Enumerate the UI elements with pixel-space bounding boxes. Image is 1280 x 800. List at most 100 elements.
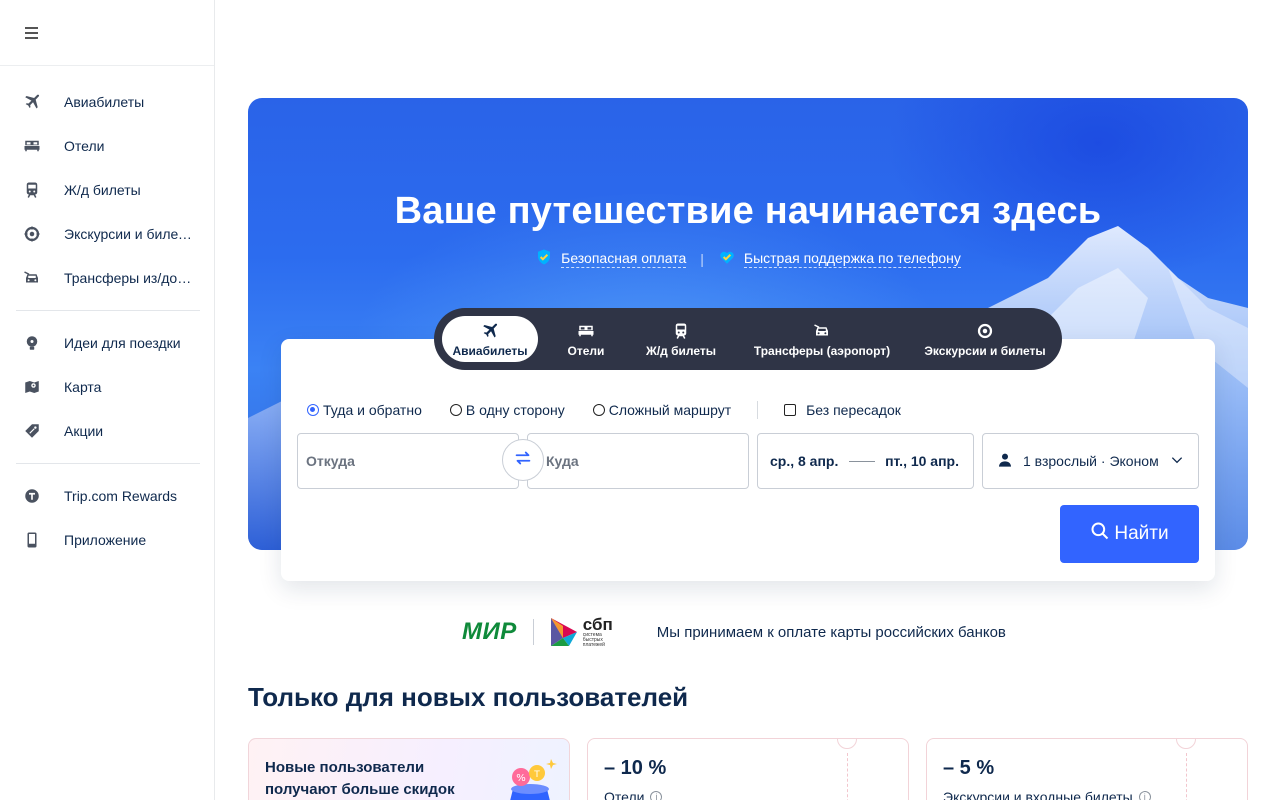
sidebar-item-map[interactable]: Карта <box>16 365 200 409</box>
sidebar-item-app[interactable]: Приложение <box>16 518 200 562</box>
coupon-category: Экскурсии и входные билеты i <box>943 789 1151 800</box>
sidebar-nav: Авиабилеты Отели Ж/д билеты Экскурсии и … <box>16 80 200 562</box>
sidebar-divider <box>16 310 200 311</box>
coupon-perforation <box>1186 753 1187 800</box>
origin-field[interactable] <box>297 433 519 489</box>
trip-type-oneway[interactable]: В одну сторону <box>449 402 565 418</box>
plane-icon <box>481 321 499 341</box>
passengers-value: 1 взрослый · Эконом <box>1023 453 1159 469</box>
new-user-promo-banner[interactable]: Новые пользователи получают больше скидо… <box>248 738 570 800</box>
trip-type-multicity[interactable]: Сложный маршрут <box>592 402 731 418</box>
tab-hotels[interactable]: Отели <box>538 316 634 362</box>
badge-separator: | <box>700 250 704 267</box>
sidebar-item-trains[interactable]: Ж/д билеты <box>16 168 200 212</box>
phone-icon <box>16 531 48 549</box>
flight-search-card: Туда и обратно В одну сторону Сложный ма… <box>281 339 1215 581</box>
phone-support-label: Быстрая поддержка по телефону <box>743 249 961 268</box>
bed-icon <box>577 321 595 341</box>
tag-icon <box>16 422 48 440</box>
tab-label: Трансферы (аэропорт) <box>753 343 891 358</box>
phone-support-badge[interactable]: Быстрая поддержка по телефону <box>718 248 961 269</box>
swap-locations-button[interactable] <box>502 439 544 481</box>
sidebar-item-flights[interactable]: Авиабилеты <box>16 80 200 124</box>
info-icon[interactable]: i <box>650 791 663 800</box>
option-label: Туда и обратно <box>323 402 422 418</box>
svg-text:%: % <box>516 773 526 784</box>
shield-check-icon <box>535 248 553 269</box>
sidebar-item-rewards[interactable]: Trip.com Rewards <box>16 474 200 518</box>
option-label: В одну сторону <box>465 402 565 418</box>
coupon-notch <box>1176 739 1196 749</box>
sbp-triangle-icon <box>550 618 577 646</box>
options-divider <box>757 401 759 419</box>
date-range-field[interactable]: ср., 8 апр. пт., 10 апр. <box>757 433 974 489</box>
svg-text:T: T <box>533 770 540 780</box>
train-icon <box>672 321 690 341</box>
payment-caption: Мы принимаем к оплате карты российских б… <box>656 623 1006 641</box>
coupon-discount: – 10 % <box>604 757 667 779</box>
sidebar-item-label: Идеи для поездки <box>64 335 181 351</box>
radio-unselected[interactable] <box>592 404 605 416</box>
sidebar-item-label: Trip.com Rewards <box>64 488 178 504</box>
coupon-card-hotels[interactable]: – 10 % Отели i <box>587 738 909 800</box>
tab-trains[interactable]: Ж/д билеты <box>634 316 728 362</box>
swap-arrows-icon <box>512 447 534 474</box>
tab-label: Отели <box>567 343 605 358</box>
nonstop-checkbox[interactable]: Без пересадок <box>784 402 901 418</box>
tab-transfers[interactable]: Трансферы (аэропорт) <box>728 316 916 362</box>
coupon-category-label: Отели <box>604 789 645 800</box>
plane-icon <box>16 93 48 111</box>
hamburger-icon[interactable] <box>22 22 42 44</box>
search-button[interactable]: Найти <box>1060 505 1199 563</box>
info-icon[interactable]: i <box>1138 791 1151 800</box>
sidebar-item-label: Отели <box>64 138 105 154</box>
section-title: Только для новых пользователей <box>248 682 689 712</box>
coupon-notch <box>837 739 857 749</box>
radio-selected[interactable] <box>307 404 319 416</box>
tab-label: Экскурсии и билеты <box>924 343 1046 358</box>
sidebar-item-hotels[interactable]: Отели <box>16 124 200 168</box>
mir-logo: МИР <box>462 618 517 645</box>
option-label: Без пересадок <box>806 402 901 418</box>
sidebar-item-label: Акции <box>64 423 104 439</box>
sidebar-item-transfers[interactable]: Трансферы из/до аэ... <box>16 256 200 300</box>
page: Авиабилеты Отели Ж/д билеты Экскурсии и … <box>0 0 1280 800</box>
radio-unselected[interactable] <box>449 404 462 416</box>
tab-flights[interactable]: Авиабилеты <box>442 316 538 362</box>
sidebar-item-label: Приложение <box>64 532 147 548</box>
sidebar-item-attractions[interactable]: Экскурсии и билеты <box>16 212 200 256</box>
sidebar-item-trip-ideas[interactable]: Идеи для поездки <box>16 321 200 365</box>
sidebar-header-divider <box>0 65 214 66</box>
date-separator <box>848 460 875 462</box>
secure-payment-badge[interactable]: Безопасная оплата <box>535 248 687 269</box>
train-icon <box>16 181 48 199</box>
payment-methods: МИР сбп система быстрых платежей Мы прин… <box>462 612 1006 652</box>
hero-badges: Безопасная оплата | Быстрая поддержка по… <box>248 248 1248 269</box>
heart-check-icon <box>718 248 736 269</box>
car-icon <box>16 269 48 287</box>
trip-type-roundtrip[interactable]: Туда и обратно <box>307 402 422 418</box>
tab-label: Авиабилеты <box>452 343 528 358</box>
passengers-class-select[interactable]: 1 взрослый · Эконом <box>982 433 1199 489</box>
sbp-logo: сбп система быстрых платежей <box>549 616 623 648</box>
sidebar-item-label: Экскурсии и билеты <box>64 226 193 242</box>
destination-field[interactable] <box>527 433 749 489</box>
hero-title: Ваше путешествие начинается здесь <box>394 190 1102 232</box>
depart-date: ср., 8 апр. <box>770 453 839 469</box>
coupon-category-label: Экскурсии и входные билеты <box>943 789 1133 800</box>
sidebar-item-label: Ж/д билеты <box>64 182 141 198</box>
sbp-logo-text: сбп <box>582 615 613 634</box>
product-tabs: Авиабилеты Отели Ж/д билеты Трансферы (а… <box>434 308 1062 370</box>
sidebar-item-deals[interactable]: Акции <box>16 409 200 453</box>
coupon-discount: – 5 % <box>943 757 995 779</box>
origin-input[interactable] <box>298 434 518 488</box>
tab-attractions[interactable]: Экскурсии и билеты <box>916 316 1054 362</box>
coupon-card-attractions[interactable]: – 5 % Экскурсии и входные билеты i <box>926 738 1248 800</box>
trip-type-options: Туда и обратно В одну сторону Сложный ма… <box>307 401 929 419</box>
destination-input[interactable] <box>538 434 748 488</box>
gift-hat-icon: % T <box>510 759 557 800</box>
checkbox[interactable] <box>784 404 797 416</box>
attraction-icon <box>976 321 994 341</box>
rewards-icon <box>16 487 48 505</box>
sidebar-divider <box>16 463 200 464</box>
